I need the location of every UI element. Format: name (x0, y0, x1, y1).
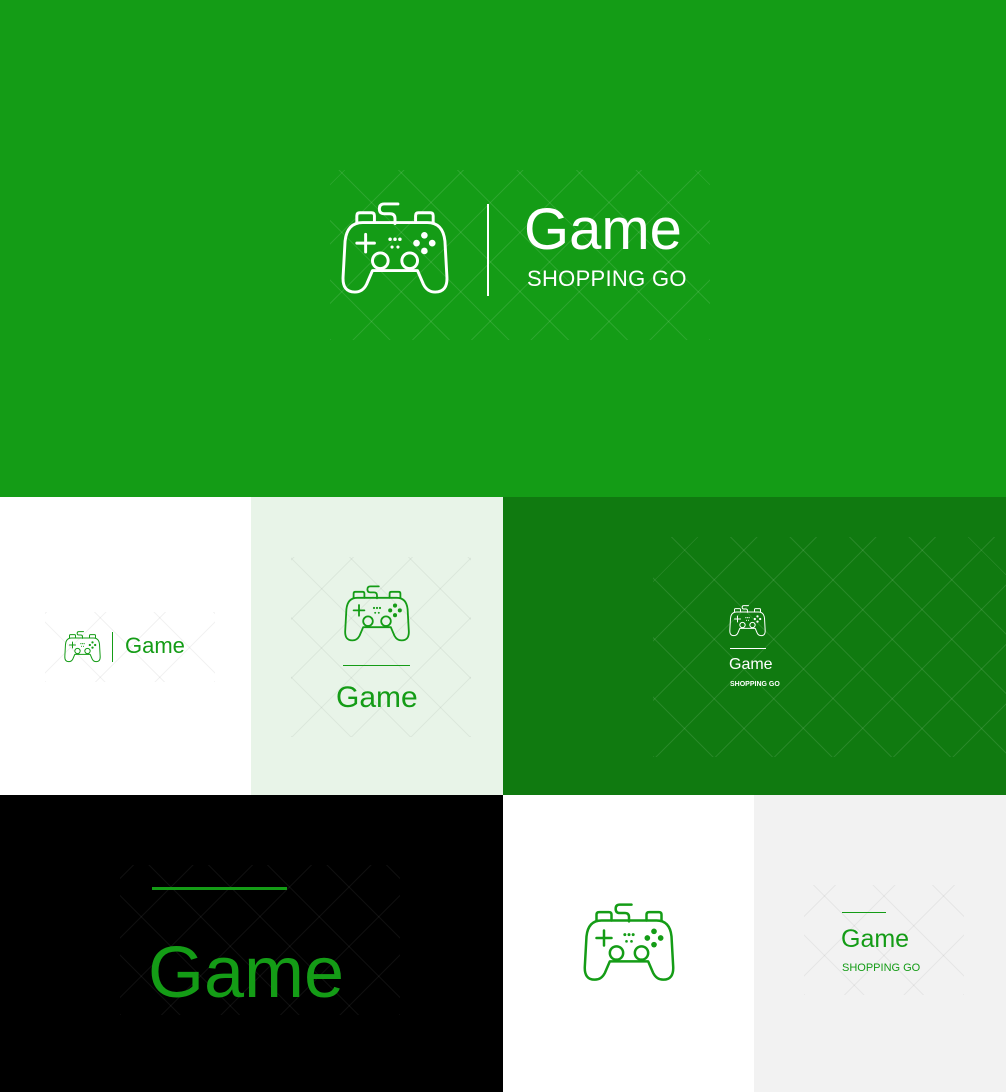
divider (842, 912, 886, 913)
divider (112, 632, 113, 662)
divider (487, 204, 489, 296)
watermark-pattern (653, 537, 1006, 757)
gamepad-icon (729, 605, 766, 637)
divider (343, 665, 410, 666)
gamepad-icon (344, 585, 410, 643)
hero-panel: Game SHOPPING GO (0, 0, 1006, 497)
brand-tagline: SHOPPING GO (730, 681, 780, 688)
gamepad-icon (583, 903, 675, 983)
dark-stacked-panel: Game SHOPPING GO (503, 497, 1006, 795)
white-icon-panel (503, 795, 754, 1092)
brand-tagline: SHOPPING GO (527, 266, 687, 291)
brand-tagline: SHOPPING GO (842, 962, 921, 974)
brand-name: Game (148, 933, 345, 1013)
gray-wordmark-panel: Game SHOPPING GO (754, 795, 1006, 1092)
gamepad-icon (64, 631, 101, 663)
brand-name: Game (336, 681, 418, 714)
divider (152, 887, 287, 890)
brand-name: Game (524, 197, 682, 262)
brand-name: Game (841, 925, 910, 953)
brand-name: Game (125, 633, 185, 658)
divider (730, 648, 766, 649)
white-horizontal-panel: Game (0, 497, 251, 795)
pale-stacked-panel: Game (251, 497, 503, 795)
black-wordmark-panel: Game (0, 795, 503, 1092)
gamepad-icon (341, 202, 449, 296)
brand-name: Game (729, 656, 773, 673)
